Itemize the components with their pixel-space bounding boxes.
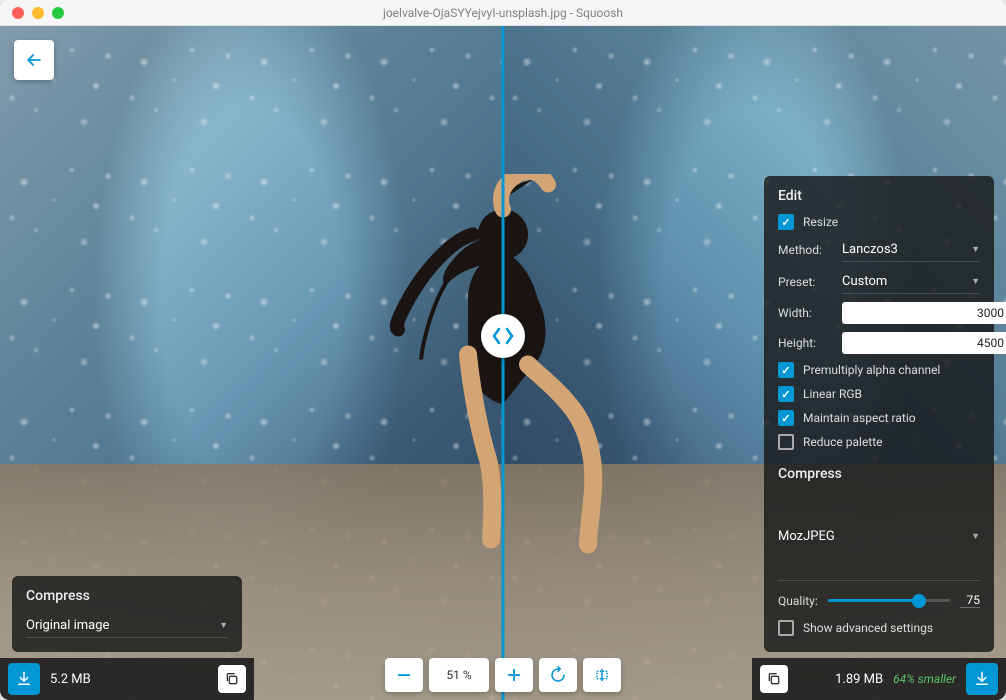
height-input[interactable] [842, 332, 1006, 354]
plus-icon [505, 666, 523, 684]
right-edit-panel: Edit Resize Method: Lanczos3 ▼ Preset: C… [764, 176, 994, 652]
zoom-in-button[interactable] [495, 658, 533, 692]
method-value: Lanczos3 [842, 242, 898, 257]
resize-label: Resize [803, 215, 838, 229]
copy-compressed-button[interactable] [760, 665, 788, 693]
codec-value: MozJPEG [778, 529, 835, 544]
preset-value: Custom [842, 274, 887, 289]
copy-icon [224, 671, 240, 687]
download-original-button[interactable] [8, 663, 40, 695]
chevron-down-icon: ▼ [219, 620, 228, 631]
advanced-checkbox[interactable] [778, 620, 794, 636]
quality-value: 75 [960, 593, 980, 608]
premultiply-label: Premultiply alpha channel [803, 363, 940, 377]
flip-icon [593, 666, 611, 684]
left-compress-panel: Compress Original image ▼ [12, 576, 242, 652]
method-label: Method: [778, 243, 834, 257]
premultiply-checkbox[interactable] [778, 362, 794, 378]
aspect-label: Maintain aspect ratio [803, 411, 916, 425]
linear-rgb-label: Linear RGB [803, 387, 862, 401]
zoom-value: 51 % [439, 668, 479, 682]
window-title: joelvalve-OjaSYYejvyI-unsplash.jpg - Squ… [383, 6, 623, 20]
left-compress-heading: Compress [26, 588, 228, 604]
minus-icon [395, 666, 413, 684]
viewport: Compress Original image ▼ Edit Resize Me… [0, 26, 1006, 700]
download-icon [973, 670, 991, 688]
advanced-label: Show advanced settings [803, 621, 933, 635]
advanced-checkbox-row[interactable]: Show advanced settings [778, 620, 980, 636]
maximize-window-button[interactable] [52, 7, 64, 19]
minimize-window-button[interactable] [32, 7, 44, 19]
preset-select[interactable]: Custom ▼ [842, 270, 980, 294]
chevron-down-icon: ▼ [971, 276, 980, 287]
chevron-down-icon: ▼ [971, 531, 980, 542]
width-label: Width: [778, 306, 834, 320]
savings-label: 64% smaller [893, 672, 956, 686]
quality-label: Quality: [778, 594, 818, 608]
compare-divider[interactable] [502, 26, 505, 700]
download-icon [15, 670, 33, 688]
original-size: 5.2 MB [50, 672, 91, 687]
close-window-button[interactable] [12, 7, 24, 19]
edit-heading: Edit [778, 188, 980, 204]
left-format-value: Original image [26, 618, 109, 633]
height-label: Height: [778, 336, 834, 350]
copy-icon [766, 671, 782, 687]
download-compressed-button[interactable] [966, 663, 998, 695]
reduce-palette-label: Reduce palette [803, 435, 883, 449]
chevron-down-icon: ▼ [971, 244, 980, 255]
titlebar: joelvalve-OjaSYYejvyI-unsplash.jpg - Squ… [0, 0, 1006, 26]
aspect-checkbox[interactable] [778, 410, 794, 426]
app-window: joelvalve-OjaSYYejvyI-unsplash.jpg - Squ… [0, 0, 1006, 700]
back-button[interactable] [14, 40, 54, 80]
compressed-size: 1.89 MB [835, 672, 883, 687]
compare-handle-icon [491, 324, 515, 348]
arrow-left-icon [24, 50, 44, 70]
method-select[interactable]: Lanczos3 ▼ [842, 238, 980, 262]
zoom-controls: 51 % [385, 658, 621, 692]
zoom-out-button[interactable] [385, 658, 423, 692]
preset-label: Preset: [778, 275, 834, 289]
copy-original-button[interactable] [218, 665, 246, 693]
zoom-value-display[interactable]: 51 % [429, 658, 489, 692]
quality-slider[interactable] [828, 599, 950, 602]
left-footer: 5.2 MB [0, 658, 254, 700]
left-format-select[interactable]: Original image ▼ [26, 614, 228, 638]
resize-checkbox[interactable] [778, 214, 794, 230]
reduce-palette-checkbox[interactable] [778, 434, 794, 450]
right-footer: 1.89 MB 64% smaller [752, 658, 1006, 700]
reduce-palette-checkbox-row[interactable]: Reduce palette [778, 434, 980, 450]
aspect-checkbox-row[interactable]: Maintain aspect ratio [778, 410, 980, 426]
premultiply-checkbox-row[interactable]: Premultiply alpha channel [778, 362, 980, 378]
rotate-icon [549, 666, 567, 684]
codec-select[interactable]: MozJPEG ▼ [778, 492, 980, 581]
compare-handle[interactable] [481, 314, 525, 358]
resize-checkbox-row[interactable]: Resize [778, 214, 980, 230]
width-input[interactable] [842, 302, 1006, 324]
rotate-button[interactable] [539, 658, 577, 692]
linear-rgb-checkbox-row[interactable]: Linear RGB [778, 386, 980, 402]
transform-button[interactable] [583, 658, 621, 692]
linear-rgb-checkbox[interactable] [778, 386, 794, 402]
window-controls [12, 7, 64, 19]
compress-heading: Compress [778, 466, 980, 482]
